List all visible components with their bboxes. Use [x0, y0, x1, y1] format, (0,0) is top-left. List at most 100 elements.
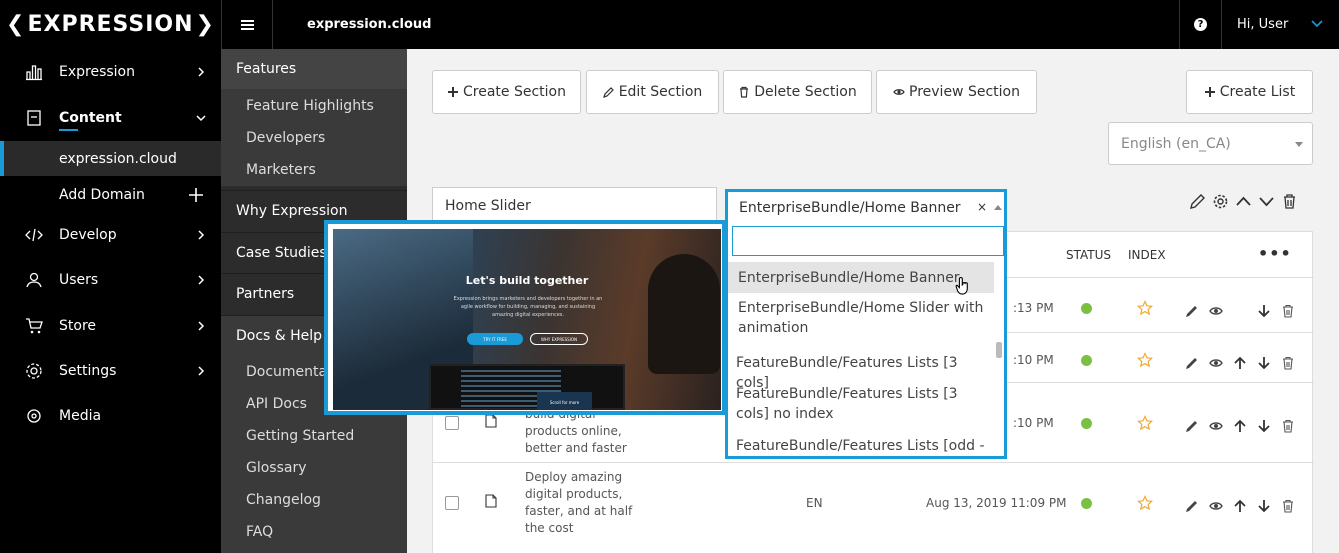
chevron-up-icon[interactable]	[1235, 193, 1252, 210]
pencil-icon[interactable]	[1189, 193, 1206, 210]
user-icon	[26, 272, 42, 288]
row-actions	[1185, 356, 1295, 372]
tree-item-marketers[interactable]: Marketers	[246, 162, 316, 178]
template-option[interactable]: FeatureBundle/Features Lists [odd -	[728, 436, 994, 456]
document-icon	[485, 414, 497, 428]
create-list-button[interactable]: Create List	[1186, 70, 1313, 114]
template-select[interactable]: EnterpriseBundle/Home Banner ×	[728, 192, 1004, 223]
tree-item-feature-highlights[interactable]: Feature Highlights	[246, 98, 374, 114]
tree-item-label: Why Expression	[236, 202, 348, 219]
trash-icon[interactable]	[1281, 193, 1298, 210]
trash-icon[interactable]	[1281, 419, 1295, 433]
chevron-right-icon	[198, 67, 205, 77]
trash-icon[interactable]	[1281, 356, 1295, 370]
preview-section-button[interactable]: Preview Section	[876, 70, 1037, 114]
pencil-icon[interactable]	[1185, 356, 1199, 370]
row-actions	[1185, 499, 1295, 515]
sidebar-item-add-domain[interactable]: Add Domain	[0, 177, 221, 212]
language-select[interactable]: English (en_CA)	[1108, 122, 1313, 165]
pencil-icon[interactable]	[1185, 419, 1199, 433]
row-date: :10 PM	[1013, 416, 1054, 430]
arrow-down-icon[interactable]	[1257, 304, 1271, 318]
section-name-field[interactable]: Home Slider	[432, 187, 717, 223]
star-icon[interactable]	[1137, 495, 1153, 511]
sidebar-item-develop[interactable]: Develop	[0, 215, 221, 255]
sidebar-item-users[interactable]: Users	[0, 260, 221, 300]
eye-icon[interactable]	[1209, 304, 1223, 318]
bar-chart-icon	[26, 65, 42, 81]
chevron-right-icon	[198, 321, 205, 331]
star-icon[interactable]	[1137, 300, 1153, 316]
caret-up-icon[interactable]	[994, 205, 1002, 210]
clear-selection-icon[interactable]: ×	[977, 200, 987, 214]
logo[interactable]: ❮ EXPRESSION ❯	[0, 0, 221, 49]
pencil-icon[interactable]	[1185, 499, 1199, 513]
sidebar-item-expression[interactable]: Expression	[0, 52, 221, 92]
column-header-index: INDEX	[1128, 248, 1166, 262]
arrow-down-icon[interactable]	[1257, 499, 1271, 513]
pencil-icon[interactable]	[1185, 304, 1199, 318]
trash-icon[interactable]	[1281, 304, 1295, 318]
template-search-input[interactable]	[732, 226, 1004, 256]
document-icon	[485, 494, 497, 508]
tree-item-label: Docs & Help	[236, 327, 323, 344]
arrow-up-icon[interactable]	[1233, 356, 1247, 370]
template-dropdown[interactable]: EnterpriseBundle/Home Banner × Enterpris…	[725, 189, 1007, 459]
edit-section-button[interactable]: Edit Section	[586, 70, 719, 114]
caret-down-icon	[1295, 142, 1303, 147]
sidebar-item-label: Store	[59, 318, 97, 334]
star-icon[interactable]	[1137, 352, 1153, 368]
user-menu[interactable]: Hi, User	[1237, 17, 1288, 32]
sidebar-item-label: Develop	[59, 227, 117, 243]
media-icon	[27, 409, 41, 423]
gear-icon[interactable]	[1212, 193, 1229, 210]
code-icon	[25, 228, 43, 242]
main-sidebar: Expression Content expression.cloud Add …	[0, 49, 221, 553]
row-checkbox[interactable]	[445, 496, 459, 510]
sidebar-item-content[interactable]: Content	[0, 98, 221, 138]
status-dot	[1081, 498, 1092, 509]
template-option[interactable]: FeatureBundle/Features Lists [3 cols] no…	[728, 384, 994, 424]
tree-item-api-docs[interactable]: API Docs	[246, 396, 307, 412]
tree-item-changelog[interactable]: Changelog	[246, 492, 321, 508]
template-selected-value: EnterpriseBundle/Home Banner	[739, 200, 961, 216]
hamburger-icon	[240, 23, 254, 26]
row-checkbox[interactable]	[445, 416, 459, 430]
tree-item-features[interactable]: Features	[221, 49, 407, 89]
eye-icon[interactable]	[1209, 419, 1223, 433]
button-label: Delete Section	[754, 84, 857, 100]
plus-icon	[1204, 87, 1215, 97]
eye-icon[interactable]	[1209, 499, 1223, 513]
chevron-down-icon[interactable]	[1258, 193, 1275, 210]
arrow-down-icon[interactable]	[1257, 356, 1271, 370]
chevron-right-icon	[198, 230, 205, 240]
document-icon	[27, 110, 41, 126]
tree-item-faq[interactable]: FAQ	[246, 524, 273, 540]
tree-item-glossary[interactable]: Glossary	[246, 460, 307, 476]
section-tools	[1189, 193, 1298, 213]
plus-icon	[448, 87, 458, 97]
delete-section-button[interactable]: Delete Section	[723, 70, 872, 114]
star-icon[interactable]	[1137, 415, 1153, 431]
sidebar-item-store[interactable]: Store	[0, 306, 221, 346]
template-option[interactable]: EnterpriseBundle/Home Slider with animat…	[728, 298, 994, 338]
language-value: English (en_CA)	[1121, 136, 1231, 152]
tree-item-getting-started[interactable]: Getting Started	[246, 428, 354, 444]
eye-icon[interactable]	[1209, 356, 1223, 370]
arrow-up-icon[interactable]	[1233, 499, 1247, 513]
help-button[interactable]: ?	[1179, 0, 1222, 49]
create-section-button[interactable]: Create Section	[432, 70, 581, 114]
arrow-up-icon[interactable]	[1233, 419, 1247, 433]
arrow-down-icon[interactable]	[1257, 419, 1271, 433]
sidebar-item-media[interactable]: Media	[0, 396, 221, 436]
trash-icon[interactable]	[1281, 499, 1295, 513]
tree-item-developers[interactable]: Developers	[246, 130, 325, 146]
table-row[interactable]: Deploy amazing digital products, faster,…	[433, 462, 1314, 542]
current-domain: expression.cloud	[307, 17, 432, 32]
sidebar-item-domain[interactable]: expression.cloud	[0, 141, 221, 176]
menu-toggle-button[interactable]	[221, 0, 273, 49]
more-options-icon[interactable]: •••	[1258, 244, 1292, 263]
chevron-down-icon[interactable]	[1310, 16, 1324, 30]
sidebar-item-settings[interactable]: Settings	[0, 351, 221, 391]
dropdown-scrollbar[interactable]	[996, 342, 1002, 358]
